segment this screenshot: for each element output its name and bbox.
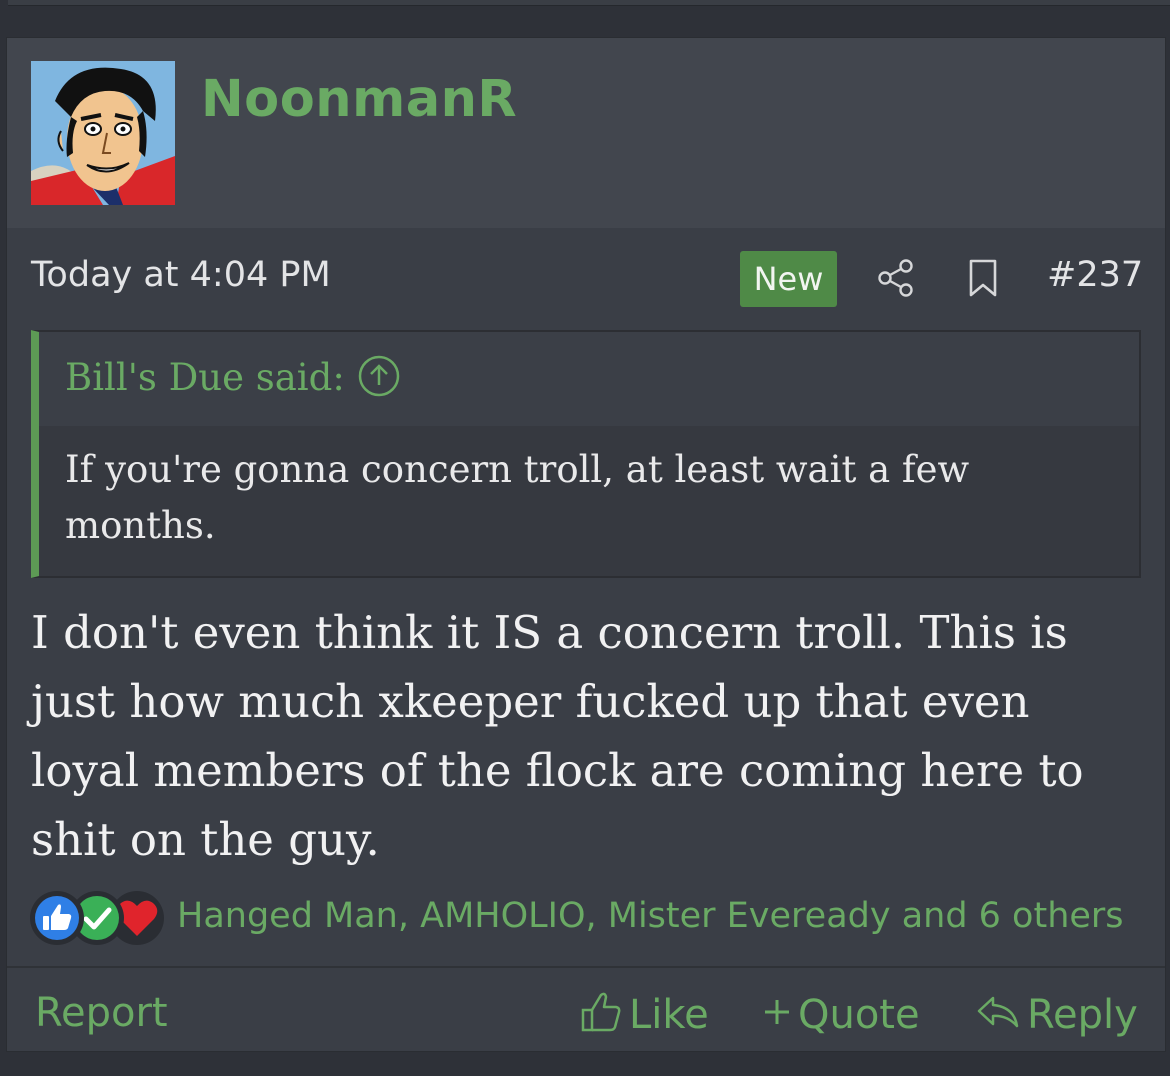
- arrow-up-circle-icon[interactable]: [357, 354, 401, 398]
- share-icon[interactable]: [877, 258, 915, 298]
- quote-text: If you're gonna concern troll, at least …: [65, 448, 970, 547]
- post-user-header: NoonmanR: [7, 38, 1165, 228]
- report-button[interactable]: Report: [35, 990, 168, 1036]
- bookmark-icon[interactable]: [966, 258, 1000, 298]
- post-number-link[interactable]: #237: [1047, 255, 1143, 295]
- like-label: Like: [629, 992, 709, 1038]
- reactions-bar: Hanged Man, AMHOLIO, Mister Eveready and…: [25, 888, 1155, 948]
- reply-button[interactable]: Reply: [975, 990, 1138, 1038]
- quote-button[interactable]: Quote: [762, 990, 920, 1038]
- quote-label: Quote: [798, 992, 920, 1038]
- quote-header: Bill's Due said:: [39, 332, 1139, 426]
- previous-post-edge: [8, 0, 1170, 6]
- forum-post: NoonmanR Today at 4:04 PM New #237 Bill'…: [6, 37, 1166, 1052]
- like-button[interactable]: Like: [579, 990, 709, 1038]
- reaction-users[interactable]: Hanged Man, AMHOLIO, Mister Eveready and…: [177, 896, 1124, 936]
- new-badge: New: [740, 251, 837, 307]
- post-actions-bar: Report Like Quote Reply: [7, 970, 1165, 1050]
- avatar[interactable]: [31, 61, 175, 205]
- divider: [7, 966, 1165, 968]
- post-timestamp[interactable]: Today at 4:04 PM: [31, 255, 331, 295]
- post-message: I don't even think it IS a concern troll…: [31, 606, 1084, 866]
- username[interactable]: NoonmanR: [201, 70, 517, 129]
- reply-arrow-icon: [977, 996, 1019, 1028]
- reply-label: Reply: [1027, 992, 1138, 1038]
- post-meta-bar: Today at 4:04 PM New #237: [7, 228, 1165, 323]
- thumbs-up-icon: [30, 891, 84, 945]
- quote-block: Bill's Due said: If you're gonna concern…: [31, 330, 1141, 578]
- avatar-pointer: [87, 211, 119, 228]
- quote-author[interactable]: Bill's Due said:: [65, 356, 345, 399]
- thumbs-up-outline-icon: [581, 992, 621, 1032]
- reaction-icons[interactable]: [29, 888, 169, 948]
- plus-icon: [765, 1000, 789, 1024]
